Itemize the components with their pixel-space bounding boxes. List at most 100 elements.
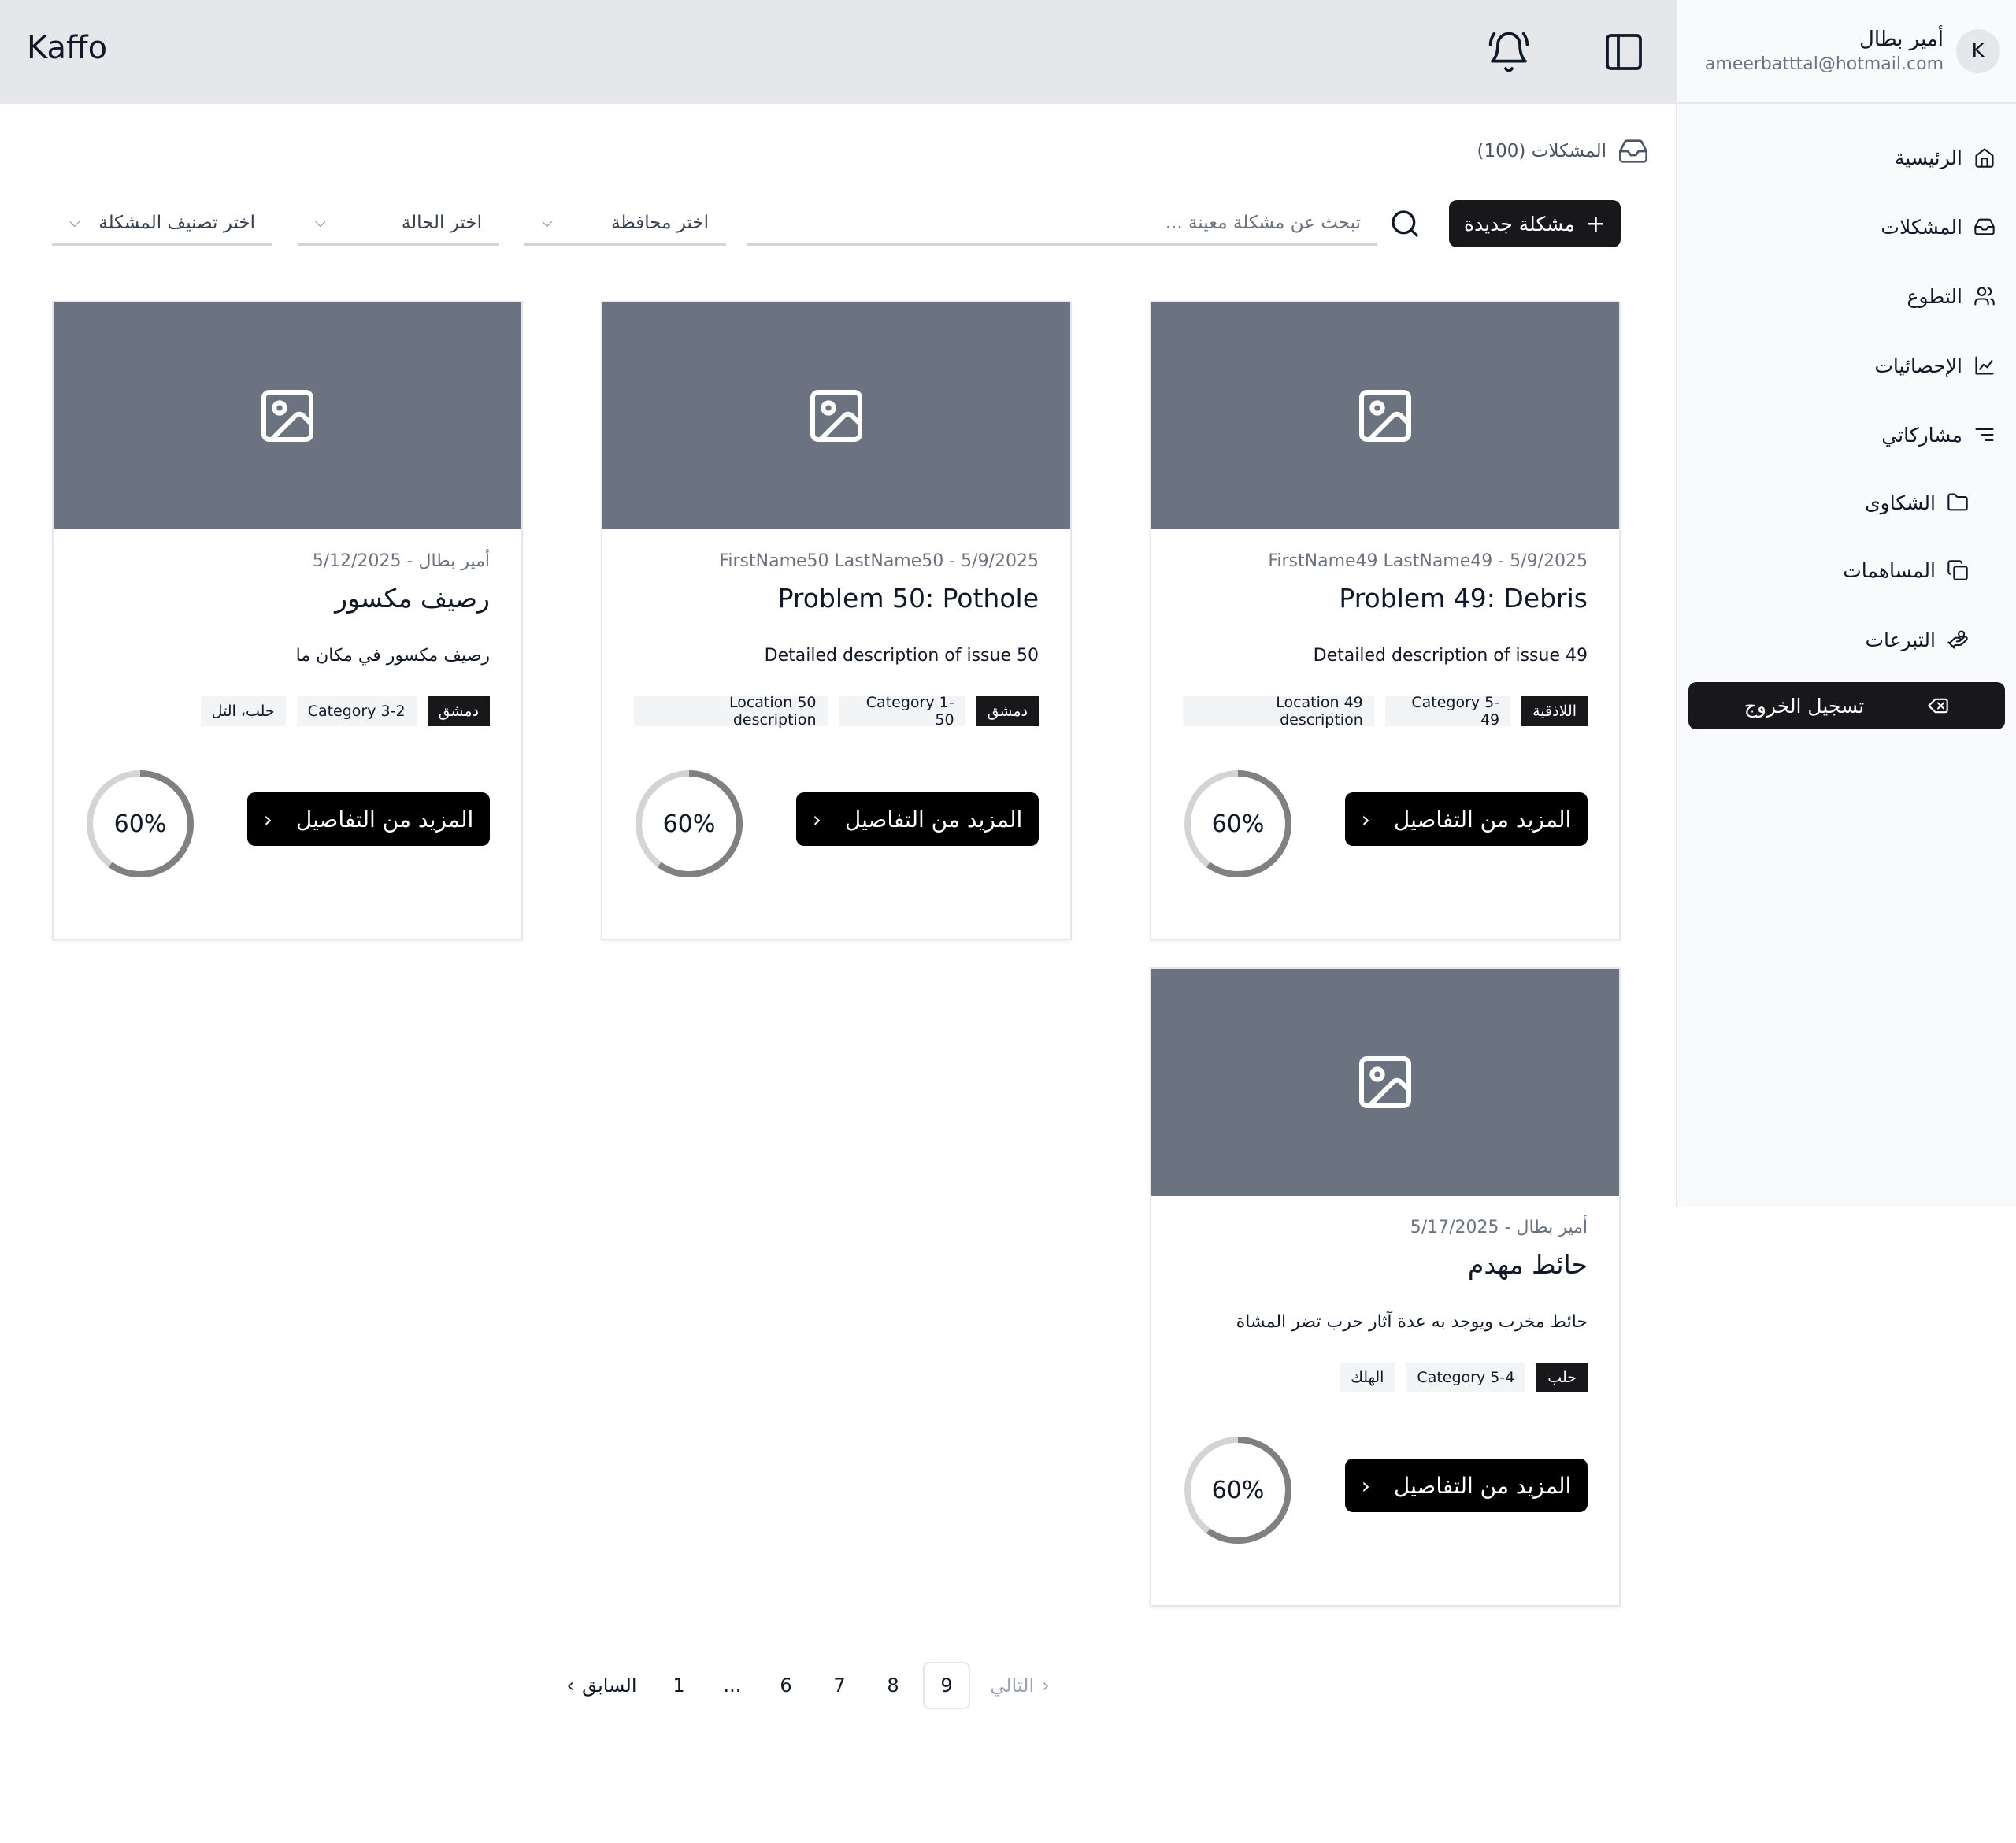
location-tag: حلب، التل [200, 696, 286, 726]
pagination-prev[interactable]: ‹ السابق [554, 1662, 649, 1709]
sidebar-item-statistics[interactable]: الإحصائيات [1677, 331, 2016, 400]
issue-card[interactable]: FirstName50 LastName50 - 5/9/2025 Proble… [601, 301, 1072, 940]
avatar[interactable]: K [1956, 29, 2000, 73]
app-root: Kaffo K أمير بطال ameerbatttal@hotmail.c… [0, 0, 2016, 1843]
status-select[interactable]: اختر الحالة ⌵ [298, 202, 499, 246]
toolbar: + مشكلة جديدة اختر محافظة ⌵ اختر الحالة … [52, 198, 1621, 249]
sidebar-subitem-donations[interactable]: التبرعات [1677, 605, 2016, 674]
progress-value: 60% [1211, 1476, 1265, 1504]
search-input[interactable] [747, 202, 1377, 246]
sidebar-item-label: التبرعات [1865, 628, 1936, 651]
delete-left-icon [1928, 698, 1948, 714]
chevron-left-icon: ‹ [1361, 1472, 1370, 1499]
home-icon [1975, 148, 1994, 168]
category-select[interactable]: اختر تصنيف المشكلة ⌵ [52, 202, 272, 246]
logout-label: تسجيل الخروج [1744, 694, 1865, 718]
issue-card[interactable]: أمير بطال - 5/17/2025 حائط مهدم حائط مخر… [1150, 967, 1621, 1607]
inbox-icon [1974, 218, 1995, 235]
sidebar-subitem-contributions[interactable]: المساهمات [1677, 536, 2016, 605]
location-tag: Location 49 description [1183, 694, 1374, 729]
top-header: Kaffo [0, 0, 1676, 104]
sidebar-toggle-icon[interactable] [1602, 30, 1646, 74]
governorate-select[interactable]: اختر محافظة ⌵ [524, 202, 726, 246]
progress-value: 60% [113, 810, 167, 838]
sidebar-nav: الرئيسية المشكلات التطوع الإحصائيات مشار… [1677, 104, 2016, 729]
image-placeholder [54, 302, 521, 529]
user-name: أمير بطال [1859, 28, 1944, 51]
sidebar-subitem-complaints[interactable]: الشكاوى [1677, 469, 2016, 536]
chart-icon [1975, 356, 1994, 375]
card-body: FirstName50 LastName50 - 5/9/2025 Proble… [602, 550, 1070, 729]
chevron-right-icon: › [1042, 1674, 1050, 1697]
progress-value: 60% [662, 810, 716, 838]
pagination-page-current[interactable]: 9 [923, 1662, 970, 1709]
chevron-left-icon: ‹ [566, 1674, 575, 1697]
location-tag: الهلك [1340, 1363, 1395, 1392]
more-details-button[interactable]: المزيد من التفاصيل ‹ [247, 792, 490, 846]
pagination-next[interactable]: التالي › [976, 1662, 1063, 1709]
inbox-icon [1619, 139, 1647, 163]
card-tags: دمشق Category 1-50 Location 50 descripti… [634, 694, 1039, 729]
sidebar-item-label: المساهمات [1843, 558, 1936, 582]
governorate-tag: اللاذقية [1521, 696, 1588, 726]
copy-icon [1947, 560, 1968, 580]
card-description: Detailed description of issue 50 [764, 646, 1039, 666]
card-title: Problem 49: Debris [1339, 583, 1588, 614]
sidebar-item-home[interactable]: الرئيسية [1677, 123, 2016, 192]
status-select-label: اختر الحالة [401, 212, 482, 233]
chevron-left-icon: ‹ [1361, 806, 1370, 833]
user-info: أمير بطال ameerbatttal@hotmail.com [1705, 26, 1944, 76]
more-details-label: المزيد من التفاصيل [1393, 1472, 1572, 1499]
more-details-label: المزيد من التفاصيل [1393, 806, 1572, 833]
user-profile[interactable]: K أمير بطال ameerbatttal@hotmail.com [1677, 0, 2016, 104]
search-icon[interactable] [1389, 208, 1421, 239]
sidebar-item-label: مشاركاتي [1881, 423, 1962, 447]
chevron-down-icon: ⌵ [69, 214, 80, 231]
pagination: ‹ السابق 1 ... 6 7 8 9 التالي › [551, 1662, 1066, 1709]
new-issue-button[interactable]: + مشكلة جديدة [1449, 200, 1621, 247]
user-email: ameerbatttal@hotmail.com [1704, 54, 1944, 74]
issue-card[interactable]: FirstName49 LastName49 - 5/9/2025 Proble… [1150, 301, 1621, 940]
sidebar-item-my-participations[interactable]: مشاركاتي [1677, 400, 2016, 469]
image-placeholder [1151, 302, 1619, 529]
pagination-page[interactable]: 7 [816, 1662, 863, 1709]
card-meta: أمير بطال - 5/12/2025 [312, 551, 490, 571]
more-details-label: المزيد من التفاصيل [844, 806, 1023, 833]
image-icon [1359, 1056, 1411, 1108]
pagination-page[interactable]: 1 [655, 1662, 702, 1709]
image-icon [1359, 390, 1411, 442]
card-description: Detailed description of issue 49 [1313, 646, 1588, 666]
sidebar-item-label: الشكاوى [1865, 491, 1936, 514]
card-actions: المزيد من التفاصيل ‹ 60% [1183, 769, 1588, 879]
issue-card[interactable]: أمير بطال - 5/12/2025 رصيف مكسور رصيف مك… [52, 301, 523, 940]
category-tag: Category 3-2 [296, 696, 417, 726]
pagination-page[interactable]: 6 [762, 1662, 810, 1709]
more-details-label: المزيد من التفاصيل [295, 806, 474, 833]
image-icon [810, 390, 862, 442]
page-title-text: المشكلات (100) [1477, 141, 1606, 161]
app-logo[interactable]: Kaffo [27, 30, 107, 66]
card-tags: اللاذقية Category 5-49 Location 49 descr… [1183, 694, 1588, 729]
sidebar-item-label: الإحصائيات [1874, 354, 1962, 377]
logout-button[interactable]: تسجيل الخروج [1688, 682, 2005, 729]
governorate-tag: دمشق [427, 696, 490, 726]
chevron-left-icon: ‹ [263, 806, 272, 833]
category-tag: Category 5-4 [1406, 1363, 1526, 1392]
card-actions: المزيد من التفاصيل ‹ 60% [85, 769, 490, 879]
card-tags: حلب Category 5-4 الهلك [1183, 1363, 1588, 1392]
pagination-prev-label: السابق [582, 1674, 637, 1697]
more-details-button[interactable]: المزيد من التفاصيل ‹ [1345, 1459, 1588, 1512]
sidebar-item-volunteering[interactable]: التطوع [1677, 261, 2016, 331]
card-actions: المزيد من التفاصيل ‹ 60% [634, 769, 1039, 879]
sidebar-item-issues[interactable]: المشكلات [1677, 192, 2016, 261]
bell-icon[interactable] [1487, 30, 1531, 74]
more-details-button[interactable]: المزيد من التفاصيل ‹ [1345, 792, 1588, 846]
card-title: Problem 50: Pothole [777, 583, 1039, 614]
governorate-tag: حلب [1536, 1363, 1588, 1392]
card-title: حائط مهدم [1467, 1249, 1588, 1280]
sidebar-item-label: المشكلات [1881, 215, 1962, 239]
more-details-button[interactable]: المزيد من التفاصيل ‹ [796, 792, 1039, 846]
pagination-page[interactable]: 8 [869, 1662, 917, 1709]
location-tag: Location 50 description [634, 694, 828, 729]
sidebar-item-label: الرئيسية [1894, 146, 1962, 169]
